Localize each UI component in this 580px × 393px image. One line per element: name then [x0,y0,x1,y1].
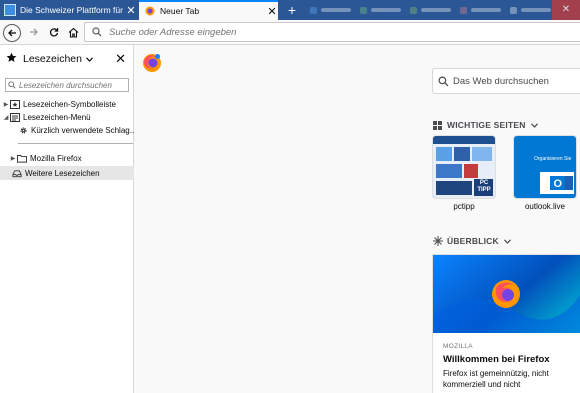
close-tab-icon[interactable]: ✕ [266,5,278,18]
address-input[interactable] [105,26,580,38]
bookmark-folder-menu[interactable]: ◢ Lesezeichen-Menü [0,111,136,124]
top-sites-heading[interactable]: WICHTIGE SEITEN [433,120,538,130]
firefox-logo-icon [142,53,162,73]
firefox-favicon-icon [145,6,155,16]
new-tab-page: WICHTIGE SEITEN PC TIPP Organisieren Sie… [134,45,580,393]
chevron-down-icon [503,236,511,246]
web-search-input[interactable] [453,75,580,87]
card-title: Willkommen bei Firefox [443,354,550,365]
chevron-down-icon [530,120,538,130]
section-title: ÜBERBLICK [447,236,499,246]
tab-pctipp[interactable]: Die Schweizer Plattform für Computer ✕ [0,0,137,20]
bookmarks-sidebar: Lesezeichen ✕ ▶ Lesezeichen-Symbolleiste… [0,45,136,393]
svg-text:O: O [554,178,563,190]
reload-icon [49,28,59,37]
arrow-left-icon [8,29,16,37]
star-icon [6,52,18,66]
pctipp-badge: PC TIPP [477,180,491,193]
close-tab-icon[interactable]: ✕ [125,4,137,17]
sparkle-icon [433,236,443,246]
other-bookmarks-icon [12,169,22,178]
home-button[interactable] [64,23,82,41]
menu-icon [10,113,20,122]
top-site-label: outlook.live [524,202,566,211]
arrow-right-icon [30,28,38,36]
tab-new-tab[interactable]: Neuer Tab ✕ [139,0,278,20]
tree-label: Lesezeichen-Symbolleiste [23,100,116,109]
outlook-logo-icon: O [540,172,574,194]
background-window-tab [360,5,401,15]
tree-label: Mozilla Firefox [30,154,82,163]
bookmark-folder-toolbar[interactable]: ▶ Lesezeichen-Symbolleiste [0,98,136,111]
search-icon [89,27,105,37]
bookmark-folder-mozilla-firefox[interactable]: ▶ Mozilla Firefox [0,152,143,165]
sidebar-title: Lesezeichen [23,53,82,65]
background-window-tab [460,5,501,15]
card-image [433,255,580,333]
background-window-tab [310,5,351,15]
window-close-button[interactable]: ✕ [552,0,580,20]
separator [18,143,133,144]
search-icon [433,75,453,87]
background-window-tab [510,5,551,15]
bookmarks-search-input[interactable] [17,80,127,90]
highlight-card[interactable]: MOZILLA Willkommen bei Firefox Firefox i… [433,255,580,393]
top-site-tile-outlook[interactable]: Organisieren Sie O [514,136,576,198]
highlights-heading[interactable]: ÜBERBLICK [433,236,511,246]
new-tab-button[interactable]: + [283,0,301,20]
address-bar[interactable] [84,22,580,42]
background-window-tab [410,5,451,15]
grid-icon [433,120,443,130]
card-description: Firefox ist gemeinnützig, nicht kommerzi… [443,369,549,389]
section-title: WICHTIGE SEITEN [447,120,526,130]
tab-strip: Die Schweizer Plattform für Computer ✕ N… [0,0,580,20]
expand-arrow-icon[interactable]: ▶ [2,101,10,108]
web-search-box[interactable] [432,68,580,94]
sidebar-header[interactable]: Lesezeichen ✕ [0,50,134,68]
navigation-toolbar [0,20,580,45]
expand-arrow-icon[interactable]: ▶ [9,155,17,162]
gear-icon [18,126,28,135]
tree-label: Lesezeichen-Menü [23,113,91,122]
top-site-tile-pctipp[interactable]: PC TIPP [433,136,495,198]
close-icon: ✕ [561,4,571,15]
forward-button[interactable] [25,23,43,41]
bookmark-recent-tags[interactable]: Kürzlich verwendete Schlag... [0,124,152,137]
search-icon [6,81,17,89]
card-source: MOZILLA [443,343,473,350]
collapse-arrow-icon[interactable]: ◢ [2,114,10,121]
toolbar-icon [10,100,20,109]
tree-label: Kürzlich verwendete Schlag... [31,126,137,135]
firefox-logo-icon [433,280,580,333]
tab-title: Die Schweizer Plattform für Computer [20,5,125,15]
chevron-down-icon [86,53,93,65]
top-site-label: pctipp [453,202,475,211]
pctipp-favicon-icon [4,4,16,16]
home-icon [68,27,78,38]
bookmark-folder-other[interactable]: Weitere Lesezeichen [0,166,134,180]
bookmarks-search-field[interactable] [5,78,129,92]
close-sidebar-button[interactable]: ✕ [115,50,126,68]
tab-title: Neuer Tab [160,6,200,16]
reload-button[interactable] [45,23,63,41]
folder-icon [17,154,27,163]
back-button[interactable] [3,24,21,42]
tree-label: Weitere Lesezeichen [25,168,100,178]
